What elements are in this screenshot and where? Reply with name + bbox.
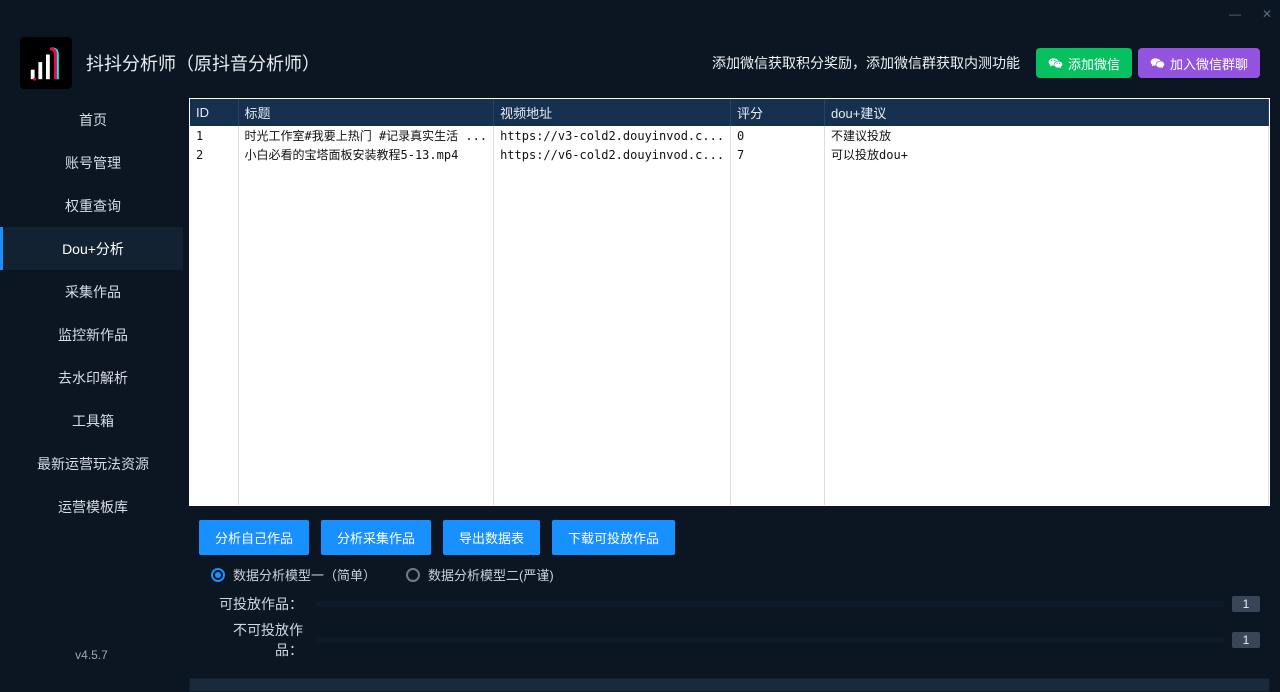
close-button[interactable]: ✕ — [1258, 5, 1276, 23]
sidebar: 首页账号管理权重查询Dou+分析采集作品监控新作品去水印解析工具箱最新运营玩法资… — [0, 98, 183, 692]
results-table-wrap: ID 标题 视频地址 评分 dou+建议 1时光工作室#我要上热门 #记录真实生… — [189, 98, 1270, 506]
sidebar-item-0[interactable]: 首页 — [0, 98, 183, 141]
sidebar-item-4[interactable]: 采集作品 — [0, 270, 183, 313]
stat-no-label: 不可投放作品： — [213, 620, 303, 660]
table-row-empty — [190, 212, 1269, 228]
table-row-empty — [190, 260, 1269, 276]
logo-icon — [27, 45, 65, 83]
status-bar — [189, 678, 1270, 692]
wechat-group-icon — [1150, 55, 1166, 71]
radio-dot-icon — [211, 568, 225, 582]
sidebar-item-6[interactable]: 去水印解析 — [0, 356, 183, 399]
sidebar-item-7[interactable]: 工具箱 — [0, 399, 183, 442]
table-row-empty — [190, 164, 1269, 180]
table-row-empty — [190, 244, 1269, 260]
table-row-empty — [190, 452, 1269, 468]
table-row-empty — [190, 436, 1269, 452]
download-button[interactable]: 下载可投放作品 — [552, 520, 675, 555]
sidebar-item-8[interactable]: 最新运营玩法资源 — [0, 442, 183, 485]
col-title[interactable]: 标题 — [238, 99, 494, 126]
cell-id: 1 — [190, 126, 238, 145]
table-row-empty — [190, 484, 1269, 500]
add-wechat-button[interactable]: 添加微信 — [1036, 48, 1132, 78]
table-row-empty — [190, 324, 1269, 340]
sidebar-item-1[interactable]: 账号管理 — [0, 141, 183, 184]
stat-ok-count: 1 — [1232, 596, 1260, 612]
join-group-label: 加入微信群聊 — [1170, 54, 1248, 73]
sidebar-item-3[interactable]: Dou+分析 — [0, 227, 183, 270]
header-promo-text: 添加微信获取积分奖励，添加微信群获取内测功能 — [712, 53, 1020, 73]
table-row-empty — [190, 356, 1269, 372]
stat-ok-bar — [315, 601, 1224, 607]
export-button[interactable]: 导出数据表 — [443, 520, 540, 555]
window-titlebar: — ✕ — [0, 0, 1280, 28]
table-row-empty — [190, 372, 1269, 388]
cell-title: 时光工作室#我要上热门 #记录真实生活 ... — [238, 126, 494, 145]
table-row[interactable]: 1时光工作室#我要上热门 #记录真实生活 ...https://v3-cold2… — [190, 126, 1269, 145]
col-url[interactable]: 视频地址 — [494, 99, 731, 126]
col-score[interactable]: 评分 — [731, 99, 825, 126]
table-row-empty — [190, 276, 1269, 292]
main-area: ID 标题 视频地址 评分 dou+建议 1时光工作室#我要上热门 #记录真实生… — [183, 98, 1280, 692]
col-id[interactable]: ID — [190, 99, 238, 126]
table-row-empty — [190, 180, 1269, 196]
results-table: ID 标题 视频地址 评分 dou+建议 1时光工作室#我要上热门 #记录真实生… — [190, 99, 1269, 506]
cell-score: 0 — [731, 126, 825, 145]
analyze-own-button[interactable]: 分析自己作品 — [199, 520, 309, 555]
table-row-empty — [190, 404, 1269, 420]
add-wechat-label: 添加微信 — [1068, 54, 1120, 73]
cell-id: 2 — [190, 145, 238, 164]
table-row[interactable]: 2小白必看的宝塔面板安装教程5-13.mp4https://v6-cold2.d… — [190, 145, 1269, 164]
stat-ok-row: 可投放作品： 1 — [199, 594, 1260, 614]
cell-url: https://v3-cold2.douyinvod.c... — [494, 126, 731, 145]
cell-suggest: 不建议投放 — [825, 126, 1269, 145]
table-row-empty — [190, 292, 1269, 308]
col-suggest[interactable]: dou+建议 — [825, 99, 1269, 126]
app-title: 抖抖分析师（原抖音分析师） — [86, 50, 320, 76]
version-label: v4.5.7 — [0, 648, 183, 692]
table-row-empty — [190, 468, 1269, 484]
sidebar-item-9[interactable]: 运营模板库 — [0, 485, 183, 528]
cell-score: 7 — [731, 145, 825, 164]
table-row-empty — [190, 388, 1269, 404]
stat-no-row: 不可投放作品： 1 — [199, 620, 1260, 660]
model2-radio[interactable]: 数据分析模型二(严谨) — [406, 565, 554, 584]
analyze-collect-button[interactable]: 分析采集作品 — [321, 520, 431, 555]
table-row-empty — [190, 228, 1269, 244]
cell-suggest: 可以投放dou+ — [825, 145, 1269, 164]
app-logo — [20, 37, 72, 89]
stat-ok-label: 可投放作品： — [213, 594, 303, 614]
model1-label: 数据分析模型一（简单） — [233, 565, 376, 584]
cell-title: 小白必看的宝塔面板安装教程5-13.mp4 — [238, 145, 494, 164]
stat-no-count: 1 — [1232, 632, 1260, 648]
model1-radio[interactable]: 数据分析模型一（简单） — [211, 565, 376, 584]
table-row-empty — [190, 196, 1269, 212]
app-header: 抖抖分析师（原抖音分析师） 添加微信获取积分奖励，添加微信群获取内测功能 添加微… — [0, 28, 1280, 98]
model2-label: 数据分析模型二(严谨) — [428, 565, 554, 584]
stat-no-bar — [315, 637, 1224, 643]
table-row-empty — [190, 340, 1269, 356]
minimize-button[interactable]: — — [1226, 5, 1244, 23]
table-row-empty — [190, 308, 1269, 324]
table-row-empty — [190, 420, 1269, 436]
sidebar-item-5[interactable]: 监控新作品 — [0, 313, 183, 356]
sidebar-item-2[interactable]: 权重查询 — [0, 184, 183, 227]
cell-url: https://v6-cold2.douyinvod.c... — [494, 145, 731, 164]
controls-panel: 分析自己作品 分析采集作品 导出数据表 下载可投放作品 数据分析模型一（简单） … — [183, 506, 1270, 668]
radio-dot-icon — [406, 568, 420, 582]
wechat-icon — [1048, 55, 1064, 71]
join-group-button[interactable]: 加入微信群聊 — [1138, 48, 1260, 78]
